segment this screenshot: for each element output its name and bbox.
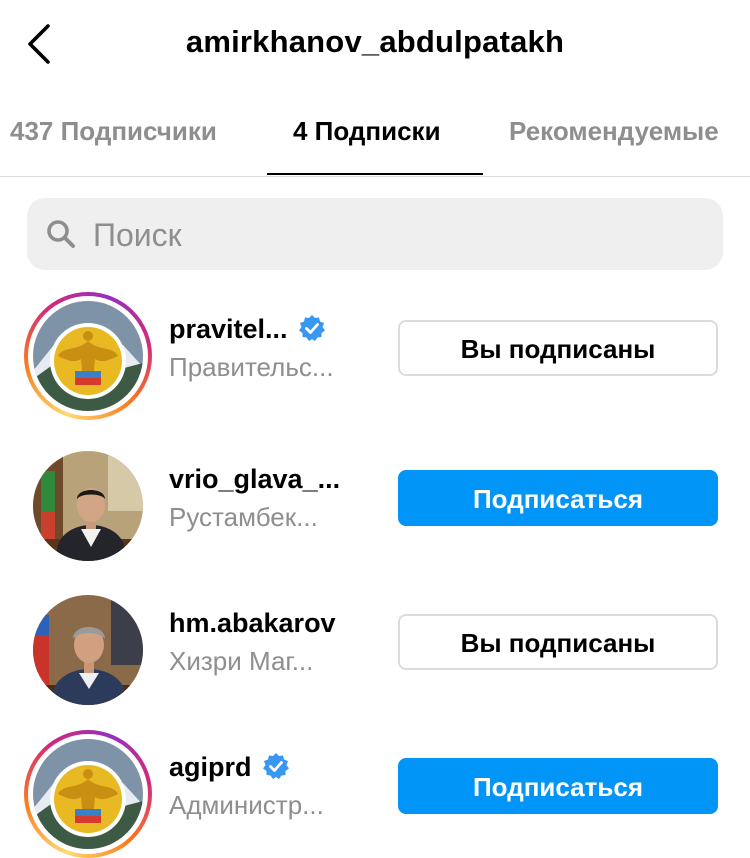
full-name: Правительс... — [169, 352, 334, 382]
avatar[interactable] — [24, 730, 152, 858]
dagestan-emblem-image — [33, 739, 143, 849]
page-title: amirkhanov_abdulpatakh — [185, 24, 565, 59]
avatar[interactable] — [24, 442, 152, 570]
username[interactable]: agiprd — [169, 752, 290, 783]
full-name: Рустамбек... — [169, 502, 318, 532]
dagestan-emblem-image — [33, 301, 143, 411]
verified-badge-icon — [298, 314, 325, 341]
username[interactable]: pravitel... — [169, 314, 326, 345]
active-tab-indicator — [267, 173, 483, 175]
username[interactable]: vrio_glava_... — [169, 464, 340, 495]
tab-following[interactable]: 4 Подписки — [293, 116, 441, 147]
search-input[interactable] — [91, 198, 695, 272]
top-bar: amirkhanov_abdulpatakh — [0, 0, 750, 90]
search-icon — [47, 220, 75, 248]
following-button[interactable]: Вы подписаны — [398, 614, 718, 670]
person-photo-image — [33, 595, 143, 705]
avatar[interactable] — [24, 292, 152, 420]
tab-suggested[interactable]: Рекомендуемые — [509, 116, 719, 147]
follow-button[interactable]: Подписаться — [398, 758, 718, 814]
tab-bar: 437 Подписчики 4 Подписки Рекомендуемые — [0, 96, 750, 177]
tab-followers[interactable]: 437 Подписчики — [10, 116, 217, 147]
person-photo-image — [33, 451, 143, 561]
follow-button[interactable]: Подписаться — [398, 470, 718, 526]
list-item[interactable]: hm.abakarov Хизри Маг... Вы подписаны — [0, 580, 750, 710]
username[interactable]: hm.abakarov — [169, 608, 336, 639]
full-name: Администр... — [169, 790, 324, 820]
following-button[interactable]: Вы подписаны — [398, 320, 718, 376]
search-bar[interactable] — [27, 198, 723, 272]
avatar[interactable] — [24, 586, 152, 714]
list-item[interactable]: vrio_glava_... Рустамбек... Подписаться — [0, 436, 750, 566]
full-name: Хизри Маг... — [169, 646, 314, 676]
list-item[interactable]: pravitel... Правительс... Вы подписаны — [0, 286, 750, 420]
verified-badge-icon — [262, 752, 289, 779]
list-item[interactable]: agiprd Администр... Подписаться — [0, 724, 750, 858]
